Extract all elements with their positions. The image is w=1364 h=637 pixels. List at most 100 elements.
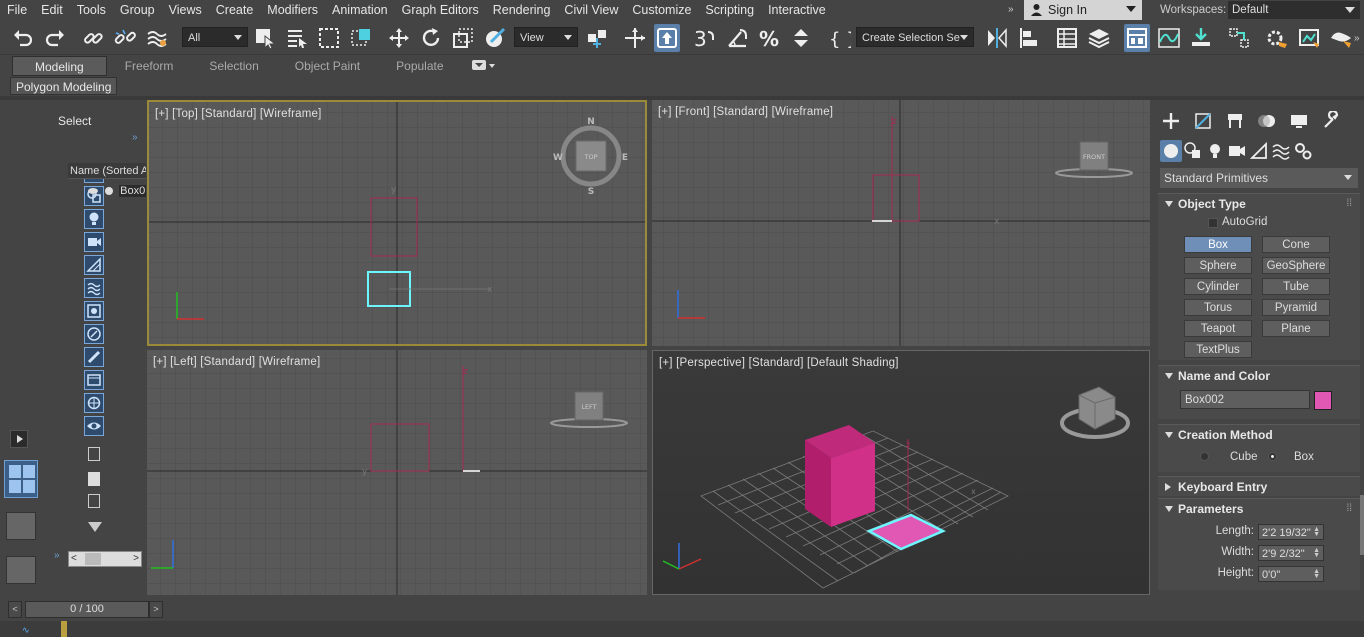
menu-scripting[interactable]: Scripting [698, 0, 761, 20]
track-bar-icon[interactable]: ∿ [22, 625, 34, 635]
expand-arrows-icon[interactable]: » [1008, 4, 1014, 15]
unlink-icon[interactable] [112, 24, 138, 52]
viewport-layout-single-icon[interactable] [6, 512, 36, 540]
sphere-button[interactable]: Sphere [1184, 257, 1252, 274]
viewport-left[interactable]: z y LEFT [+] [Left] [Standard] [Wirefram… [147, 350, 647, 595]
creation-method-header[interactable]: Creation Method [1158, 425, 1360, 445]
bind-space-warp-icon[interactable] [144, 24, 170, 52]
toggle-layer-explorer-icon[interactable] [1086, 24, 1112, 52]
sign-in-button[interactable]: Sign In [1024, 0, 1142, 20]
angle-snap-icon[interactable] [724, 24, 750, 52]
tube-button[interactable]: Tube [1262, 278, 1330, 295]
reference-coordinate-dropdown[interactable]: View [514, 27, 578, 47]
spinner-snap-icon[interactable] [788, 24, 814, 52]
display-invert-icon[interactable] [88, 472, 100, 486]
workspaces-select[interactable]: Default [1228, 1, 1360, 19]
primitive-category-dropdown[interactable]: Standard Primitives [1160, 168, 1358, 188]
link-icon[interactable] [80, 24, 106, 52]
mirror-icon[interactable] [984, 24, 1010, 52]
modify-tab-icon[interactable] [1192, 110, 1214, 132]
material-editor-icon[interactable] [1226, 24, 1252, 52]
spinner-arrows-icon[interactable]: ▲ ▼ [1313, 568, 1320, 580]
xrefs-filter-icon[interactable] [84, 324, 104, 344]
toggle-scene-explorer-icon[interactable] [1054, 24, 1080, 52]
rendered-frame-window-icon[interactable] [1296, 24, 1322, 52]
viewport-top-label[interactable]: [+] [Top] [Standard] [Wireframe] [155, 108, 322, 120]
freeze-dot-icon[interactable] [105, 187, 114, 196]
viewport-layout-alt-icon[interactable] [6, 556, 36, 584]
object-name-input[interactable]: Box002 [1180, 390, 1310, 409]
geosphere-button[interactable]: GeoSphere [1262, 257, 1330, 274]
motion-tab-icon[interactable] [1256, 110, 1278, 132]
viewport-layout-icon[interactable] [4, 460, 38, 498]
utilities-tab-icon[interactable] [1320, 110, 1342, 132]
current-frame-marker[interactable] [61, 621, 67, 637]
render-production-icon[interactable] [1328, 24, 1354, 52]
scene-list-item[interactable]: Box0 [88, 183, 146, 199]
menu-rendering[interactable]: Rendering [486, 0, 558, 20]
viewport-perspective-label[interactable]: [+] [Perspective] [Standard] [Default Sh… [659, 357, 899, 369]
keyboard-shortcut-override-icon[interactable] [654, 24, 680, 52]
hierarchy-tab-icon[interactable] [1224, 110, 1246, 132]
viewcube-front-face[interactable]: FRONT [1083, 153, 1105, 161]
cube-radio[interactable] [1200, 452, 1209, 461]
space-warps-icon[interactable] [1270, 140, 1292, 162]
tab-selection[interactable]: Selection [191, 56, 276, 76]
helpers-filter-icon[interactable] [84, 255, 104, 275]
redo-icon[interactable] [42, 24, 68, 52]
particles-filter-icon[interactable] [84, 393, 104, 413]
rectangular-selection-icon[interactable] [316, 24, 342, 52]
torus-button[interactable]: Torus [1184, 299, 1252, 316]
viewport-perspective[interactable]: z y x [+] [Perspective] [Standard] [Defa… [652, 350, 1150, 595]
ribbon-dropdown-icon[interactable] [488, 64, 495, 68]
tab-freeform[interactable]: Freeform [107, 56, 192, 76]
placement-icon[interactable] [482, 24, 508, 52]
object-color-swatch[interactable] [1314, 391, 1332, 410]
viewcube-left-face[interactable]: LEFT [581, 403, 596, 411]
groups-filter-icon[interactable] [84, 301, 104, 321]
scale-icon[interactable] [450, 24, 476, 52]
next-frame-icon[interactable]: > [149, 601, 163, 618]
display-none-icon[interactable] [88, 447, 100, 461]
lights-icon[interactable] [1204, 140, 1226, 162]
track-bar[interactable]: ∿ [0, 621, 1364, 637]
select-object-icon[interactable] [252, 24, 278, 52]
box-button[interactable]: Box [1184, 236, 1252, 253]
curve-editor-icon[interactable] [1156, 24, 1182, 52]
name-color-header[interactable]: Name and Color [1158, 366, 1360, 386]
containers-filter-icon[interactable] [84, 370, 104, 390]
drag-handle-icon[interactable]: ⁞⁞ [1346, 499, 1352, 519]
helpers-icon[interactable] [1248, 140, 1270, 162]
cameras-icon[interactable] [1226, 140, 1248, 162]
viewport-top[interactable]: y x N S E W TOP [+] [Top] [Standard] [Wi… [147, 100, 647, 346]
ribbon-options-icon[interactable] [471, 60, 486, 70]
lights-filter-icon[interactable] [84, 209, 104, 229]
menu-customize[interactable]: Customize [625, 0, 698, 20]
box-radio[interactable] [1268, 452, 1277, 461]
drag-handle-icon[interactable]: ⁞⁞ [1346, 194, 1352, 214]
scene-scrollbar[interactable]: < > [68, 551, 142, 567]
menu-graph-editors[interactable]: Graph Editors [395, 0, 486, 20]
pyramid-button[interactable]: Pyramid [1262, 299, 1330, 316]
shapes-icon[interactable] [1182, 140, 1204, 162]
spinner-arrows-icon[interactable]: ▲ ▼ [1313, 526, 1320, 538]
teapot-button[interactable]: Teapot [1184, 320, 1252, 337]
command-panel-scrollbar[interactable] [1360, 495, 1364, 555]
menu-file[interactable]: File [0, 0, 34, 20]
menu-tools[interactable]: Tools [70, 0, 113, 20]
geometry-icon[interactable] [1160, 140, 1182, 162]
space-warps-filter-icon[interactable] [84, 278, 104, 298]
textplus-button[interactable]: TextPlus [1184, 341, 1252, 358]
expand-arrows-icon[interactable]: » [132, 132, 138, 143]
keyboard-entry-header[interactable]: Keyboard Entry [1158, 477, 1360, 497]
selection-filter-dropdown[interactable]: All [182, 27, 248, 47]
visibility-eye-icon[interactable] [88, 188, 98, 195]
object-type-header[interactable]: Object Type ⁞⁞ [1158, 194, 1360, 214]
filter-funnel-icon[interactable] [88, 522, 102, 532]
parameters-header[interactable]: Parameters ⁞⁞ [1158, 499, 1360, 519]
polygon-modeling-panel[interactable]: Polygon Modeling [10, 77, 118, 95]
toggle-ribbon-icon[interactable] [1124, 24, 1150, 52]
scene-list-header[interactable]: Name (Sorted A [68, 163, 146, 179]
previous-frame-icon[interactable]: < [8, 601, 22, 618]
align-icon[interactable] [1016, 24, 1042, 52]
